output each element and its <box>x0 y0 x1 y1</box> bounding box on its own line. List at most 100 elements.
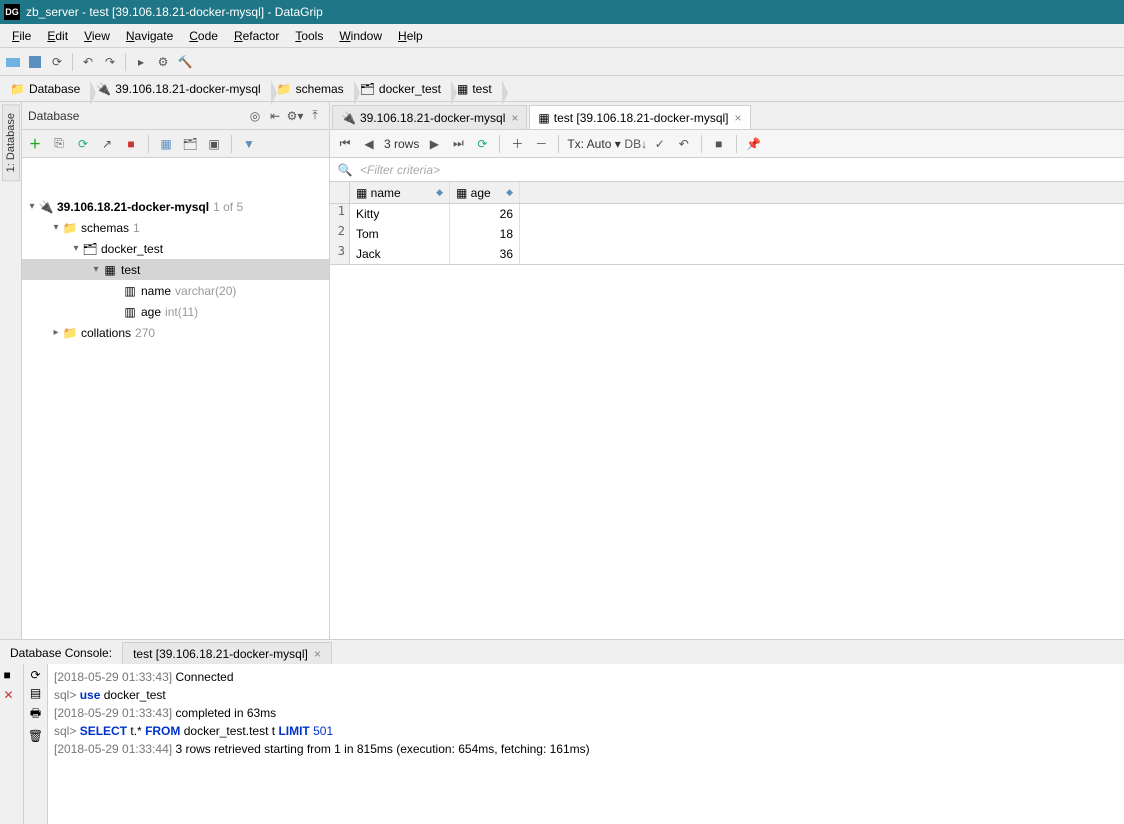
window-titlebar: DG zb_server - test [39.106.18.21-docker… <box>0 0 1124 24</box>
crumb-database[interactable]: 📁Database <box>4 80 90 98</box>
schema-icon: 🗂 <box>82 242 98 256</box>
menu-edit[interactable]: Edit <box>39 27 76 45</box>
output-icon[interactable]: ▤ <box>30 686 41 700</box>
column-icon: ▥ <box>122 284 138 298</box>
redo-icon[interactable]: ↷ <box>101 53 119 71</box>
table-row[interactable]: 3 Jack 36 <box>330 244 1124 264</box>
menu-file[interactable]: File <box>4 27 39 45</box>
row-count: 3 rows <box>384 137 419 151</box>
app-icon: DG <box>4 4 20 20</box>
rollback-icon[interactable]: ✓ <box>651 135 669 153</box>
hide-icon[interactable]: ⤒ <box>307 108 323 124</box>
revert-icon[interactable]: ↶ <box>675 135 693 153</box>
crumb-schema[interactable]: 🗂docker_test <box>354 80 451 98</box>
close-icon[interactable]: × <box>511 111 518 125</box>
database-panel-title: Database <box>28 109 79 123</box>
gear-icon[interactable]: ⚙▾ <box>287 108 303 124</box>
print-icon[interactable]: 🖶 <box>30 704 41 725</box>
column-header-name[interactable]: ▦ name◆ <box>350 182 450 203</box>
tree-table[interactable]: ▾ ▦ test <box>22 259 329 280</box>
database-tree[interactable]: ▾ 🔌 39.106.18.21-docker-mysql 1 of 5 ▾ 📁… <box>22 158 329 639</box>
next-page-icon[interactable]: ▶ <box>425 135 443 153</box>
remove-row-icon[interactable]: － <box>532 135 550 153</box>
filter-input[interactable]: <Filter criteria> <box>360 163 440 177</box>
menu-view[interactable]: View <box>76 27 118 45</box>
duplicate-icon[interactable]: ⎘ <box>50 135 68 153</box>
menu-refactor[interactable]: Refactor <box>226 27 287 45</box>
menu-help[interactable]: Help <box>390 27 431 45</box>
menu-bar: File Edit View Navigate Code Refactor To… <box>0 24 1124 48</box>
console-icon[interactable]: ▣ <box>205 135 223 153</box>
tree-column-name[interactable]: ▥ name varchar(20) <box>22 280 329 301</box>
column-header-age[interactable]: ▦ age◆ <box>450 182 520 203</box>
editor-tabs: 🔌 39.106.18.21-docker-mysql × ▦ test [39… <box>330 102 1124 130</box>
table-row[interactable]: 1 Kitty 26 <box>330 204 1124 224</box>
refresh-icon[interactable]: ⟳ <box>48 53 66 71</box>
target-icon[interactable]: ◎ <box>247 108 263 124</box>
window-title: zb_server - test [39.106.18.21-docker-my… <box>26 5 323 19</box>
tree-datasource[interactable]: ▾ 🔌 39.106.18.21-docker-mysql 1 of 5 <box>22 196 329 217</box>
collapse-icon[interactable]: ⇤ <box>267 108 283 124</box>
menu-window[interactable]: Window <box>331 27 390 45</box>
expand-icon[interactable]: ▾ <box>50 222 62 233</box>
stop-icon[interactable]: ■ <box>710 135 728 153</box>
table-icon[interactable]: ▦ <box>157 135 175 153</box>
last-page-icon[interactable]: ⏭ <box>449 135 467 153</box>
tab-datasource-console[interactable]: 🔌 39.106.18.21-docker-mysql × <box>332 105 527 129</box>
jump-icon[interactable]: ↗ <box>98 135 116 153</box>
table-row[interactable]: 2 Tom 18 <box>330 224 1124 244</box>
table-icon: ▦ <box>538 111 549 125</box>
crumb-schemas[interactable]: 📁schemas <box>271 80 354 98</box>
trash-icon[interactable]: 🗑 <box>28 729 43 743</box>
console-title: Database Console: <box>0 642 122 664</box>
prev-page-icon[interactable]: ◀ <box>360 135 378 153</box>
schema-icon[interactable]: 🗂 <box>181 135 199 153</box>
menu-tools[interactable]: Tools <box>287 27 331 45</box>
settings-icon[interactable]: ⚙ <box>154 53 172 71</box>
crumb-datasource[interactable]: 🔌39.106.18.21-docker-mysql <box>90 80 270 98</box>
data-grid[interactable]: ▦ name◆ ▦ age◆ 1 Kitty 26 2 Tom 18 3 Jac… <box>330 182 1124 265</box>
sidebar-tab-database[interactable]: 1: Database <box>2 104 20 181</box>
crumb-table[interactable]: ▦test <box>451 80 502 98</box>
open-icon[interactable] <box>4 53 22 71</box>
add-icon[interactable]: ＋ <box>26 135 44 153</box>
filter-icon[interactable]: ▼ <box>240 135 258 153</box>
stop-icon[interactable]: ■ <box>4 668 20 684</box>
hammer-icon[interactable]: 🔨 <box>176 53 194 71</box>
tree-collations[interactable]: ▸ 📁 collations 270 <box>22 322 329 343</box>
close-icon[interactable]: × <box>314 647 321 661</box>
tx-label[interactable]: Tx: Auto ▾ <box>567 137 620 151</box>
add-row-icon[interactable]: ＋ <box>508 135 526 153</box>
close-icon[interactable]: × <box>735 111 742 125</box>
expand-icon[interactable]: ▸ <box>50 327 62 338</box>
search-icon[interactable]: 🔍 <box>336 161 354 179</box>
tree-schema[interactable]: ▾ 🗂 docker_test <box>22 238 329 259</box>
close-icon[interactable]: ✕ <box>4 688 20 704</box>
save-icon[interactable] <box>26 53 44 71</box>
reload-icon[interactable]: ⟳ <box>473 135 491 153</box>
expand-icon[interactable]: ▾ <box>90 264 102 275</box>
commit-icon[interactable]: DB↓ <box>627 135 645 153</box>
run-icon[interactable]: ▸ <box>132 53 150 71</box>
tab-table-test[interactable]: ▦ test [39.106.18.21-docker-mysql] × <box>529 105 750 129</box>
tree-schemas[interactable]: ▾ 📁 schemas 1 <box>22 217 329 238</box>
first-page-icon[interactable]: ⏮ <box>336 135 354 153</box>
main-toolbar: ⟳ ↶ ↷ ▸ ⚙ 🔨 <box>0 48 1124 76</box>
plug-icon: 🔌 <box>341 111 356 125</box>
left-tool-stripe: 1: Database <box>0 102 22 639</box>
pin-icon[interactable]: 📌 <box>745 135 763 153</box>
console-output[interactable]: [2018-05-29 01:33:43] Connected sql> use… <box>48 664 1124 824</box>
menu-code[interactable]: Code <box>181 27 226 45</box>
expand-icon[interactable]: ▾ <box>70 243 82 254</box>
console-tab[interactable]: test [39.106.18.21-docker-mysql] × <box>122 642 332 664</box>
menu-navigate[interactable]: Navigate <box>118 27 181 45</box>
tree-column-age[interactable]: ▥ age int(11) <box>22 301 329 322</box>
rerun-icon[interactable]: ⟳ <box>30 668 40 682</box>
undo-icon[interactable]: ↶ <box>79 53 97 71</box>
grid-toolbar: ⏮ ◀ 3 rows ▶ ⏭ ⟳ ＋ － Tx: Auto ▾ DB↓ ✓ ↶ … <box>330 130 1124 158</box>
sync-icon[interactable]: ⟳ <box>74 135 92 153</box>
stop-icon[interactable]: ■ <box>122 135 140 153</box>
table-icon: ▦ <box>102 263 118 277</box>
expand-icon[interactable]: ▾ <box>26 201 38 212</box>
folder-icon: 📁 <box>62 326 78 340</box>
